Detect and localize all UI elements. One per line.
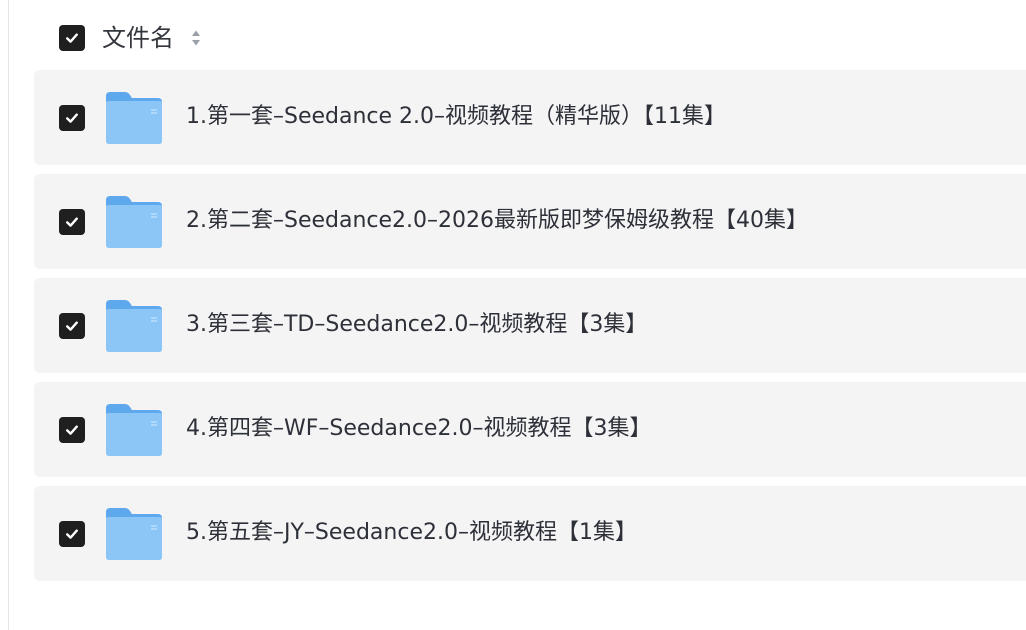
row-checkbox[interactable] [59,417,85,443]
folder-icon [106,404,162,456]
file-name[interactable]: 3.第三套–TD–Seedance2.0–视频教程【3集】 [186,308,647,342]
file-name[interactable]: 1.第一套–Seedance 2.0–视频教程（精华版）【11集】 [186,100,726,134]
select-all-checkbox[interactable] [59,25,85,51]
file-row[interactable]: 3.第三套–TD–Seedance2.0–视频教程【3集】 [34,278,1026,373]
file-row[interactable]: 2.第二套–Seedance2.0–2026最新版即梦保姆级教程【40集】 [34,174,1026,269]
checkmark-icon [66,217,78,227]
file-name[interactable]: 2.第二套–Seedance2.0–2026最新版即梦保姆级教程【40集】 [186,204,808,238]
checkmark-icon [66,425,78,435]
file-list-header: 文件名 [0,15,1026,61]
file-list: 1.第一套–Seedance 2.0–视频教程（精华版）【11集】 2.第二套–… [34,70,1026,590]
row-checkbox[interactable] [59,105,85,131]
checkmark-icon [66,321,78,331]
checkmark-icon [66,33,78,43]
checkmark-icon [66,529,78,539]
file-name[interactable]: 5.第五套–JY–Seedance2.0–视频教程【1集】 [186,516,637,550]
row-checkbox[interactable] [59,313,85,339]
folder-icon [106,508,162,560]
left-divider [8,0,9,630]
folder-icon [106,300,162,352]
file-row[interactable]: 4.第四套–WF–Seedance2.0–视频教程【3集】 [34,382,1026,477]
checkmark-icon [66,113,78,123]
row-checkbox[interactable] [59,209,85,235]
file-name[interactable]: 4.第四套–WF–Seedance2.0–视频教程【3集】 [186,412,651,446]
folder-icon [106,92,162,144]
folder-icon [106,196,162,248]
file-row[interactable]: 1.第一套–Seedance 2.0–视频教程（精华版）【11集】 [34,70,1026,165]
column-header-filename[interactable]: 文件名 [102,21,174,55]
file-row[interactable]: 5.第五套–JY–Seedance2.0–视频教程【1集】 [34,486,1026,581]
sort-icon[interactable] [189,26,203,50]
row-checkbox[interactable] [59,521,85,547]
